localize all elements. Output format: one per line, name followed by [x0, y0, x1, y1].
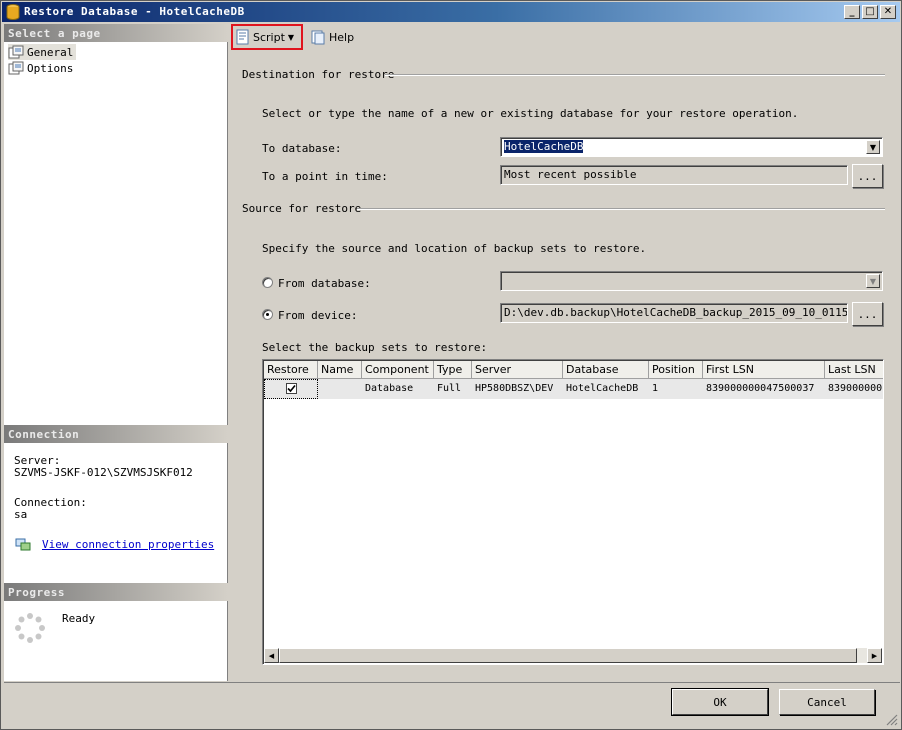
grid-header: Restore Name Component Type Server Datab… — [264, 361, 883, 379]
column-header-server[interactable]: Server — [472, 361, 563, 379]
group-divider — [385, 74, 885, 76]
destination-instruction: Select or type the name of a new or exis… — [262, 107, 799, 120]
page-item-options[interactable]: Options — [8, 60, 76, 76]
toolbar: Script ▼ Help — [229, 24, 901, 50]
database-icon — [6, 4, 20, 20]
from-database-radio[interactable] — [262, 277, 273, 288]
column-header-position[interactable]: Position — [649, 361, 703, 379]
page-item-label: Options — [27, 61, 74, 75]
ok-button[interactable]: OK — [671, 688, 769, 716]
point-in-time-label: To a point in time: — [262, 170, 388, 183]
component-cell: Database — [365, 383, 414, 394]
progress-spinner-icon — [15, 613, 45, 643]
help-icon — [311, 30, 325, 45]
progress-section: Progress — [4, 583, 228, 601]
table-row[interactable]: Database Full HP580DBSZ\DEV HotelCacheDB… — [264, 379, 883, 399]
minimize-button[interactable]: _ — [844, 5, 860, 19]
from-database-combobox: ▼ — [500, 271, 883, 291]
to-database-combobox[interactable]: HotelCacheDB ▼ — [500, 137, 883, 157]
connection-properties-icon — [15, 538, 31, 551]
help-button-label: Help — [329, 30, 355, 44]
checkmark-icon — [286, 384, 296, 393]
chevron-down-icon[interactable]: ▼ — [866, 140, 880, 154]
to-database-value: HotelCacheDB — [504, 140, 584, 153]
general-page-content: Destination for restore Select or type t… — [229, 51, 901, 681]
server-cell: HP580DBSZ\DEV — [475, 383, 554, 394]
script-button[interactable]: Script ▼ — [231, 24, 303, 50]
help-button[interactable]: Help — [307, 24, 357, 50]
view-connection-properties-link[interactable]: View connection properties — [42, 538, 214, 551]
scrollbar-thumb[interactable] — [279, 648, 857, 663]
chevron-down-icon: ▼ — [866, 274, 880, 288]
maximize-button[interactable]: □ — [862, 5, 878, 19]
restore-cell[interactable] — [264, 379, 318, 399]
source-instruction: Specify the source and location of backu… — [262, 242, 647, 255]
position-cell: 1 — [652, 383, 659, 394]
point-in-time-browse-button[interactable]: ... — [852, 164, 883, 188]
point-in-time-field: Most recent possible — [500, 165, 848, 185]
server-value: SZVMS-JSKF-012\SZVMSJSKF012 — [14, 466, 193, 479]
from-device-browse-button[interactable]: ... — [852, 302, 883, 326]
first-lsn-cell: 839000000047500037 — [706, 383, 815, 394]
page-icon — [8, 45, 24, 59]
close-button[interactable]: ✕ — [880, 5, 896, 19]
page-item-label: General — [27, 45, 74, 59]
name-cell — [318, 379, 362, 399]
source-group-title: Source for restore — [242, 202, 362, 215]
resize-grip-icon[interactable] — [886, 714, 898, 726]
progress-status: Ready — [62, 612, 96, 625]
type-cell: Full — [437, 383, 462, 394]
script-icon — [236, 29, 249, 45]
column-header-type[interactable]: Type — [434, 361, 472, 379]
restore-checkbox[interactable] — [285, 383, 297, 394]
backup-sets-label: Select the backup sets to restore: — [262, 341, 488, 354]
column-header-restore[interactable]: Restore — [264, 361, 318, 379]
page-item-general[interactable]: General — [8, 44, 77, 60]
column-header-database[interactable]: Database — [563, 361, 649, 379]
last-lsn-cell: 839000000 — [828, 383, 883, 394]
connection-value: sa — [14, 508, 28, 521]
select-page-header: Select a page — [4, 24, 228, 42]
title-bar[interactable]: Restore Database - HotelCacheDB _ □ ✕ — [2, 2, 900, 22]
column-header-first-lsn[interactable]: First LSN — [703, 361, 825, 379]
column-header-last-lsn[interactable]: Last LSN — [825, 361, 883, 379]
from-device-radio[interactable] — [262, 309, 273, 320]
progress-header: Progress — [4, 583, 228, 601]
from-device-field: D:\dev.db.backup\HotelCacheDB_backup_201… — [500, 303, 848, 323]
database-cell: HotelCacheDB — [566, 383, 639, 394]
left-pane: Select a page General Options Connection… — [4, 24, 228, 681]
select-page-section: Select a page — [4, 24, 228, 42]
window-title: Restore Database - HotelCacheDB — [24, 5, 245, 18]
connection-section: Connection — [4, 425, 228, 443]
column-header-name[interactable]: Name — [318, 361, 362, 379]
destination-group-title: Destination for restore — [242, 68, 395, 81]
backup-sets-grid[interactable]: Restore Name Component Type Server Datab… — [262, 359, 884, 665]
horizontal-scrollbar[interactable]: ◀ ▶ — [264, 648, 882, 663]
chevron-down-icon: ▼ — [287, 32, 295, 42]
page-icon — [8, 61, 24, 75]
restore-database-dialog: Restore Database - HotelCacheDB _ □ ✕ Se… — [0, 0, 902, 730]
column-header-component[interactable]: Component — [362, 361, 434, 379]
from-device-label[interactable]: From device: — [278, 309, 357, 322]
script-button-label: Script — [253, 30, 285, 44]
cancel-button[interactable]: Cancel — [779, 689, 875, 715]
connection-header: Connection — [4, 425, 228, 443]
scroll-right-icon[interactable]: ▶ — [867, 648, 882, 663]
scroll-left-icon[interactable]: ◀ — [264, 648, 279, 663]
from-database-label[interactable]: From database: — [278, 277, 371, 290]
group-divider — [357, 208, 885, 210]
to-database-label: To database: — [262, 142, 342, 155]
